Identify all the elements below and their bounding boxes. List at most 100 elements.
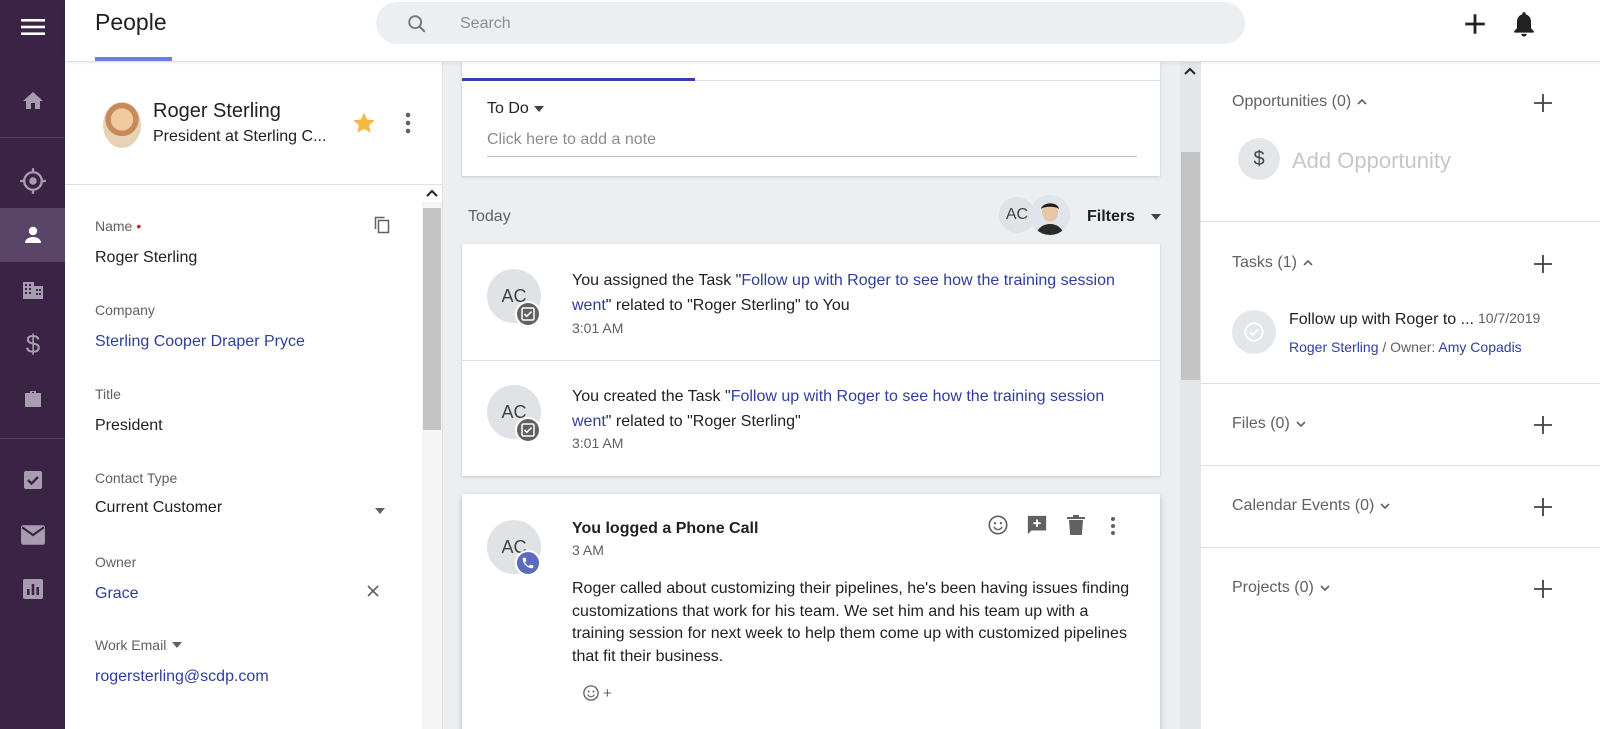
name-field[interactable]: Roger Sterling xyxy=(95,249,197,267)
activity-text-suffix: " related to "Roger Sterling" to You xyxy=(605,297,850,314)
person-icon[interactable] xyxy=(0,208,65,262)
nav-rail: $ xyxy=(0,0,65,729)
menu-icon[interactable] xyxy=(0,0,65,54)
contact-avatar xyxy=(103,102,141,148)
filters-button[interactable]: Filters xyxy=(1087,208,1135,226)
add-opportunity-button[interactable]: Add Opportunity xyxy=(1292,148,1451,174)
tasks-section: Tasks (1) xyxy=(1201,222,1600,384)
activity-time: 3:01 AM xyxy=(572,435,624,451)
contact-panel: Roger Sterling President at Sterling C..… xyxy=(65,62,443,729)
activity-text-suffix: " related to "Roger Sterling" xyxy=(605,413,801,430)
chevron-up-icon[interactable] xyxy=(1184,67,1196,75)
user-avatar[interactable] xyxy=(1030,195,1070,235)
add-icon[interactable] xyxy=(1533,415,1553,435)
task-title[interactable]: Follow up with Roger to ... xyxy=(1289,311,1474,329)
search-input[interactable]: Search xyxy=(376,2,1245,44)
title-field[interactable]: President xyxy=(95,417,163,435)
task-owner-label: / Owner: xyxy=(1378,339,1439,355)
files-header[interactable]: Files (0) xyxy=(1232,415,1306,433)
projects-section: Projects (0) xyxy=(1201,548,1600,630)
add-icon[interactable] xyxy=(1533,497,1553,517)
chevron-down-icon[interactable] xyxy=(375,508,385,514)
work-email-label: Work Email xyxy=(95,637,183,653)
chevron-down-icon xyxy=(1296,421,1306,427)
checkbox-icon[interactable] xyxy=(0,453,65,507)
chevron-down-icon[interactable] xyxy=(534,106,544,112)
contact-type-select[interactable]: Current Customer xyxy=(95,499,222,517)
calendar-events-title: Calendar Events (0) xyxy=(1232,497,1375,514)
phone-call-card: AC You logged a Phone Call 3 AM Roger ca… xyxy=(462,494,1160,729)
add-icon[interactable] xyxy=(1533,93,1553,113)
chevron-down-icon[interactable] xyxy=(172,642,183,648)
feed-date-header: Today xyxy=(468,208,511,225)
copy-icon[interactable] xyxy=(374,216,390,234)
add-reaction-button[interactable]: + xyxy=(582,684,612,702)
page-title: People xyxy=(95,9,167,35)
activity-text-prefix: You created the Task " xyxy=(572,388,731,405)
projects-header[interactable]: Projects (0) xyxy=(1232,579,1330,597)
contact-subtitle: President at Sterling C... xyxy=(153,128,327,145)
work-email-link[interactable]: rogersterling@scdp.com xyxy=(95,668,269,686)
chevron-down-icon xyxy=(1380,503,1390,509)
building-icon[interactable] xyxy=(0,263,65,317)
call-time: 3 AM xyxy=(572,542,604,558)
calendar-events-section: Calendar Events (0) xyxy=(1201,466,1600,548)
scrollbar-thumb[interactable] xyxy=(423,208,441,430)
activity-text-prefix: You assigned the Task " xyxy=(572,272,742,289)
more-vert-icon[interactable] xyxy=(1109,516,1117,536)
delete-icon[interactable] xyxy=(1066,514,1086,536)
activity-text: You created the Task "Follow up with Rog… xyxy=(572,384,1132,434)
title-underline xyxy=(95,57,172,61)
top-bar: People Search xyxy=(65,0,1600,62)
close-icon[interactable] xyxy=(367,585,379,597)
task-related-link[interactable]: Roger Sterling xyxy=(1289,339,1379,355)
task-complete-toggle[interactable] xyxy=(1232,310,1276,354)
calendar-events-header[interactable]: Calendar Events (0) xyxy=(1232,497,1390,515)
briefcase-icon[interactable] xyxy=(0,372,65,426)
phone-icon xyxy=(515,550,541,576)
projects-title: Projects (0) xyxy=(1232,579,1314,596)
emoji-icon[interactable] xyxy=(987,514,1009,536)
chevron-down-icon[interactable] xyxy=(1151,214,1161,220)
call-notes: Roger called about customizing their pip… xyxy=(572,580,1130,665)
add-icon[interactable] xyxy=(1533,579,1553,599)
add-icon[interactable] xyxy=(1533,254,1553,274)
task-check-icon xyxy=(515,301,541,327)
scrollbar-thumb[interactable] xyxy=(1181,152,1200,380)
contact-name: Roger Sterling xyxy=(153,100,281,122)
report-icon[interactable] xyxy=(0,562,65,616)
rail-divider xyxy=(0,438,65,439)
target-icon[interactable] xyxy=(0,154,65,208)
tab-divider xyxy=(695,80,1160,81)
mail-icon[interactable] xyxy=(0,508,65,562)
task-owner-link[interactable]: Amy Copadis xyxy=(1438,339,1521,355)
opportunities-header[interactable]: Opportunities (0) xyxy=(1232,93,1367,111)
svg-text:$: $ xyxy=(25,331,40,359)
star-icon[interactable] xyxy=(351,110,377,136)
todo-type-select[interactable]: To Do xyxy=(487,100,529,118)
rail-divider xyxy=(0,137,65,138)
chevron-up-icon xyxy=(1303,260,1313,266)
add-icon[interactable] xyxy=(1462,11,1488,37)
bell-icon[interactable] xyxy=(1511,10,1537,38)
add-comment-icon[interactable] xyxy=(1026,514,1048,536)
more-vert-icon[interactable] xyxy=(402,111,414,135)
activity-item: AC You assigned the Task "Follow up with… xyxy=(462,244,1160,360)
company-label: Company xyxy=(95,302,155,318)
name-label: Name • xyxy=(95,218,141,234)
dollar-icon[interactable]: $ xyxy=(0,318,65,372)
note-input[interactable]: Click here to add a note xyxy=(487,131,656,149)
task-meta: Roger Sterling / Owner: Amy Copadis xyxy=(1289,339,1522,355)
company-link[interactable]: Sterling Cooper Draper Pryce xyxy=(95,333,305,351)
contact-type-label: Contact Type xyxy=(95,470,178,486)
tasks-title: Tasks (1) xyxy=(1232,254,1297,271)
activity-text: You assigned the Task "Follow up with Ro… xyxy=(572,268,1132,318)
files-section: Files (0) xyxy=(1201,384,1600,466)
owner-link[interactable]: Grace xyxy=(95,585,139,603)
note-input-underline xyxy=(487,156,1137,157)
dollar-icon: $ xyxy=(1238,138,1280,180)
files-title: Files (0) xyxy=(1232,415,1290,432)
tasks-header[interactable]: Tasks (1) xyxy=(1232,254,1313,272)
home-icon[interactable] xyxy=(0,74,65,128)
chevron-up-icon[interactable] xyxy=(426,189,438,197)
